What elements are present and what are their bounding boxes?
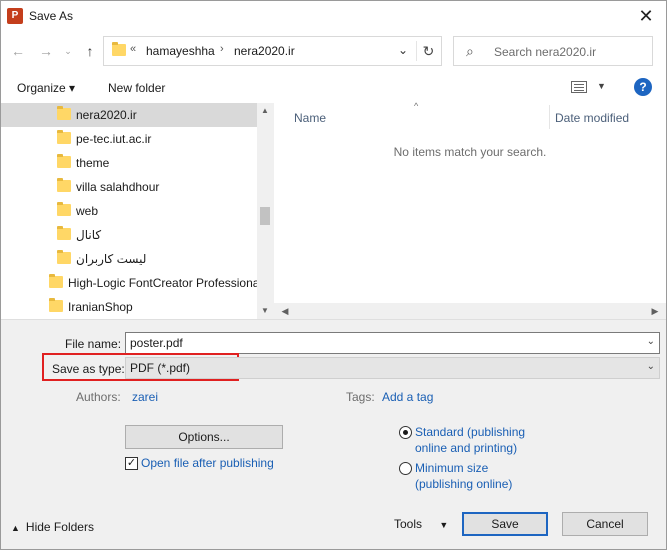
content-horizontal-scrollbar[interactable]: ◀ ▶ (273, 303, 666, 319)
folder-icon (57, 130, 71, 144)
save-type-value: PDF (*.pdf) (130, 361, 191, 375)
nav-item-label: web (76, 204, 99, 218)
save-as-dialog: P Save As ✕ ← → ⌄ ↑ « hamayeshha › nera2… (0, 0, 667, 550)
column-header-name[interactable]: Name (294, 111, 326, 125)
search-icon: ⌕ (466, 43, 474, 59)
column-divider[interactable] (549, 105, 550, 129)
folder-icon (57, 202, 71, 216)
authors-label: Authors: (76, 390, 121, 404)
nav-item-label: High-Logic FontCreator Professiona (68, 276, 260, 290)
folder-icon (57, 106, 71, 120)
new-folder-button[interactable]: New folder (108, 81, 165, 95)
folder-icon (57, 226, 71, 240)
navigation-pane: nera2020.ir pe-tec.iut.ac.ir theme villa… (1, 103, 273, 319)
nav-item-nera2020[interactable]: nera2020.ir (1, 103, 257, 127)
tags-input[interactable]: Add a tag (382, 390, 433, 404)
view-options-icon[interactable] (571, 81, 587, 93)
nav-item-theme[interactable]: theme (1, 151, 257, 175)
empty-message: No items match your search. (393, 145, 547, 159)
open-after-publishing-checkbox[interactable]: ✓ (125, 457, 138, 470)
help-icon[interactable]: ? (634, 78, 652, 96)
open-after-publishing-label[interactable]: Open file after publishing (141, 456, 274, 470)
nav-item-fontcreator[interactable]: High-Logic FontCreator Professiona (1, 271, 260, 295)
options-button[interactable]: Options... (125, 425, 283, 449)
breadcrumb-nera2020[interactable]: nera2020.ir (234, 44, 295, 58)
tools-label: Tools (394, 517, 423, 531)
tools-menu[interactable]: Tools ▼ (394, 517, 448, 531)
breadcrumb-hamayeshha[interactable]: hamayeshha (146, 44, 215, 58)
nav-item-pe-tec[interactable]: pe-tec.iut.ac.ir (1, 127, 257, 151)
file-list: ^ Name Date modified No items match your… (273, 101, 666, 319)
standard-radio[interactable] (399, 426, 412, 439)
save-button[interactable]: Save (462, 512, 548, 536)
chevron-down-icon[interactable]: ⌄ (647, 361, 655, 372)
nav-item-label: pe-tec.iut.ac.ir (76, 132, 152, 146)
nav-item-users-list[interactable]: لیست کاربران (1, 247, 257, 271)
forward-arrow-icon[interactable]: → (37, 41, 55, 61)
tags-label: Tags: (346, 390, 375, 404)
refresh-icon[interactable]: ↻ (416, 41, 440, 61)
authors-value[interactable]: zarei (132, 390, 158, 404)
file-name-value: poster.pdf (130, 336, 183, 350)
window-title: Save As (29, 9, 74, 23)
tools-dropdown-icon: ▼ (439, 520, 449, 530)
chevron-down-icon[interactable]: ⌄ (647, 336, 655, 347)
recent-locations-chevron-icon[interactable]: ⌄ (59, 41, 77, 61)
title-bar: P Save As ✕ (1, 1, 666, 31)
nav-item-label: IranianShop (68, 300, 133, 314)
search-box[interactable]: ⌕ Search nera2020.ir (453, 36, 653, 66)
nav-item-label: nera2020.ir (76, 108, 137, 122)
address-dropdown-icon[interactable]: ⌄ (398, 43, 408, 57)
toolbar: Organize ▾ New folder (1, 73, 666, 103)
folder-icon (57, 154, 71, 168)
nav-item-villa[interactable]: villa salahdhour (1, 175, 257, 199)
folder-icon (49, 298, 63, 312)
save-type-label: Save as type: (52, 362, 125, 376)
cancel-button[interactable]: Cancel (562, 512, 648, 536)
nav-item-iranianshop[interactable]: IranianShop (1, 295, 257, 319)
nav-item-label: کانال (76, 228, 102, 242)
minimum-label-line2[interactable]: (publishing online) (415, 476, 512, 492)
nav-item-channel[interactable]: کانال (1, 223, 257, 247)
breadcrumb-overflow[interactable]: « (130, 43, 136, 55)
scroll-right-arrow-icon[interactable]: ▶ (647, 303, 663, 319)
scroll-thumb[interactable] (260, 207, 270, 225)
search-placeholder: Search nera2020.ir (494, 45, 597, 59)
sort-indicator-icon: ^ (414, 101, 419, 111)
nav-item-label: theme (76, 156, 110, 170)
chevron-up-icon: ▲ (11, 523, 20, 533)
view-dropdown-icon[interactable]: ▼ (597, 81, 606, 91)
folder-icon (57, 250, 71, 264)
column-header-date-modified[interactable]: Date modified (555, 111, 629, 125)
back-arrow-icon[interactable]: ← (9, 41, 27, 61)
nav-item-web[interactable]: web (1, 199, 257, 223)
nav-item-label: villa salahdhour (76, 180, 160, 194)
scroll-down-arrow-icon[interactable]: ▼ (257, 303, 273, 319)
nav-vertical-scrollbar[interactable]: ▲ ▼ (257, 103, 273, 319)
minimum-label-line1[interactable]: Minimum size (415, 460, 488, 476)
file-name-field[interactable]: poster.pdf ⌄ (125, 332, 660, 354)
hide-folders-label: Hide Folders (25, 520, 94, 534)
scroll-up-arrow-icon[interactable]: ▲ (257, 103, 273, 119)
nav-item-label: لیست کاربران (76, 252, 147, 266)
folder-icon (112, 42, 126, 56)
file-name-label: File name: (65, 337, 122, 351)
standard-label-line1[interactable]: Standard (publishing (415, 424, 525, 440)
hide-folders-button[interactable]: ▲ Hide Folders (11, 520, 94, 534)
organize-menu[interactable]: Organize ▾ (17, 81, 75, 95)
folder-icon (49, 274, 63, 288)
scroll-left-arrow-icon[interactable]: ◀ (277, 303, 293, 319)
close-button[interactable]: ✕ (632, 3, 660, 29)
powerpoint-icon: P (7, 8, 23, 24)
folder-icon (57, 178, 71, 192)
save-type-select[interactable]: PDF (*.pdf) ⌄ (125, 357, 660, 379)
minimum-size-radio[interactable] (399, 462, 412, 475)
breadcrumb-separator[interactable]: › (220, 43, 224, 55)
up-arrow-icon[interactable]: ↑ (81, 41, 99, 61)
address-bar[interactable]: « hamayeshha › nera2020.ir ⌄ ↻ (103, 36, 442, 66)
standard-label-line2[interactable]: online and printing) (415, 440, 517, 456)
